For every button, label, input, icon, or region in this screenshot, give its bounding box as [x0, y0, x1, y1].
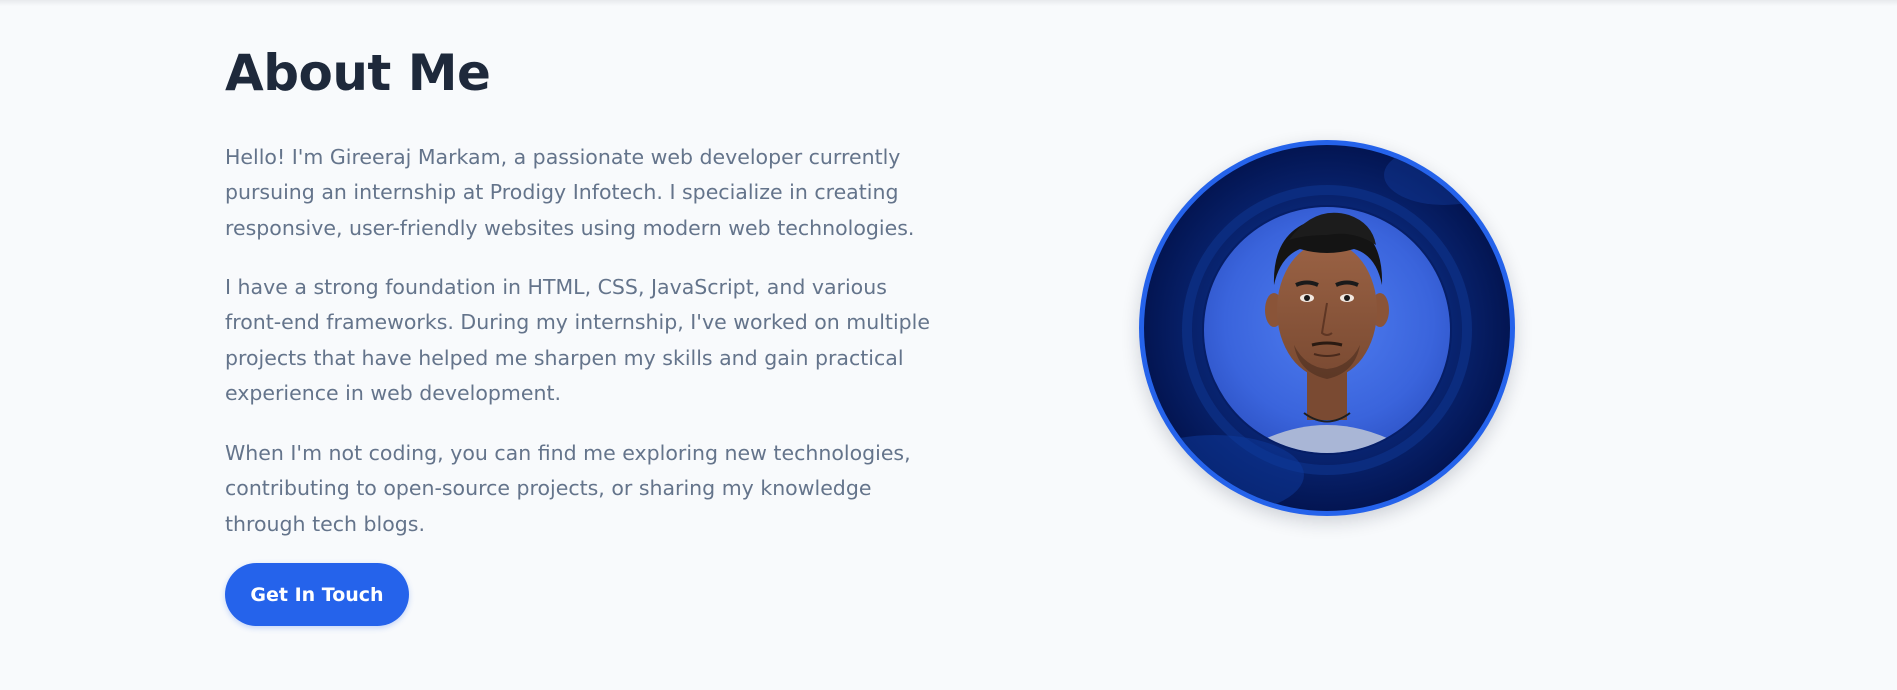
section-title: About Me [225, 44, 491, 102]
about-paragraph-skills: I have a strong foundation in HTML, CSS,… [225, 275, 930, 405]
about-paragraph-intro: Hello! I'm Gireeraj Markam, a passionate… [225, 145, 915, 240]
get-in-touch-button[interactable]: Get In Touch [225, 563, 409, 626]
about-section: About Me Hello! I'm Gireeraj Markam, a p… [0, 0, 1897, 690]
profile-photo [1144, 145, 1510, 511]
about-paragraph-hobbies: When I'm not coding, you can find me exp… [225, 441, 911, 536]
profile-portrait-image [1144, 145, 1510, 511]
profile-photo-frame [1139, 140, 1515, 516]
about-text-column: About Me Hello! I'm Gireeraj Markam, a p… [225, 40, 935, 626]
